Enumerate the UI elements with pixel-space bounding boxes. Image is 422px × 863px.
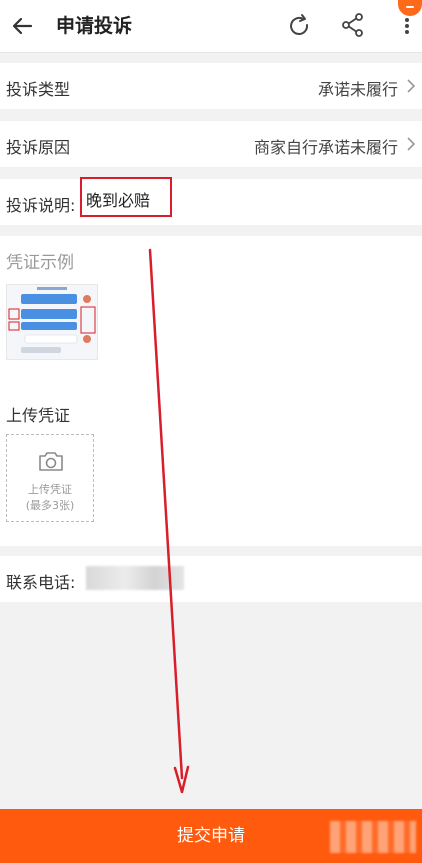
complaint-description-text: 晚到必赔 bbox=[86, 191, 151, 210]
evidence-section: 凭证示例 上传凭证 上传凭证 (最多3张) bbox=[0, 236, 422, 546]
camera-icon bbox=[39, 452, 63, 471]
back-arrow-icon[interactable] bbox=[10, 13, 36, 39]
complaint-type-value: 承诺未履行 bbox=[317, 80, 398, 99]
submit-button[interactable]: 提交申请 bbox=[0, 809, 422, 863]
evidence-sample-image[interactable] bbox=[6, 284, 98, 360]
chevron-right-icon bbox=[407, 137, 416, 151]
chevron-right-icon bbox=[407, 79, 416, 93]
page-title: 申请投诉 bbox=[56, 15, 133, 37]
upload-evidence-button[interactable]: 上传凭证 (最多3张) bbox=[6, 434, 94, 522]
complaint-description-input[interactable]: 晚到必赔 bbox=[80, 177, 172, 217]
contact-phone-input[interactable] bbox=[86, 566, 184, 590]
upload-evidence-title: 上传凭证 bbox=[6, 406, 71, 425]
complaint-description-row: 投诉说明: bbox=[0, 179, 422, 225]
complaint-type-label: 投诉类型 bbox=[6, 80, 71, 99]
complaint-reason-label: 投诉原因 bbox=[6, 138, 71, 157]
app-header: 申请投诉 bbox=[0, 0, 422, 53]
complaint-type-row[interactable]: 投诉类型 承诺未履行 bbox=[0, 63, 422, 109]
more-options-icon[interactable] bbox=[398, 13, 416, 39]
complaint-reason-value: 商家自行承诺未履行 bbox=[253, 138, 398, 157]
complaint-reason-row[interactable]: 投诉原因 商家自行承诺未履行 bbox=[0, 121, 422, 167]
complaint-description-label: 投诉说明: bbox=[6, 196, 76, 215]
upload-evidence-limit: (最多3张) bbox=[25, 499, 75, 512]
evidence-sample-title: 凭证示例 bbox=[6, 253, 74, 273]
sample-chat-screenshot-icon bbox=[7, 285, 97, 359]
share-icon[interactable] bbox=[340, 12, 366, 38]
refresh-icon[interactable] bbox=[286, 13, 312, 39]
contact-phone-label: 联系电话: bbox=[6, 573, 76, 592]
blurred-watermark bbox=[330, 821, 416, 853]
upload-evidence-label: 上传凭证 bbox=[28, 483, 72, 496]
contact-phone-row: 联系电话: bbox=[0, 556, 422, 602]
